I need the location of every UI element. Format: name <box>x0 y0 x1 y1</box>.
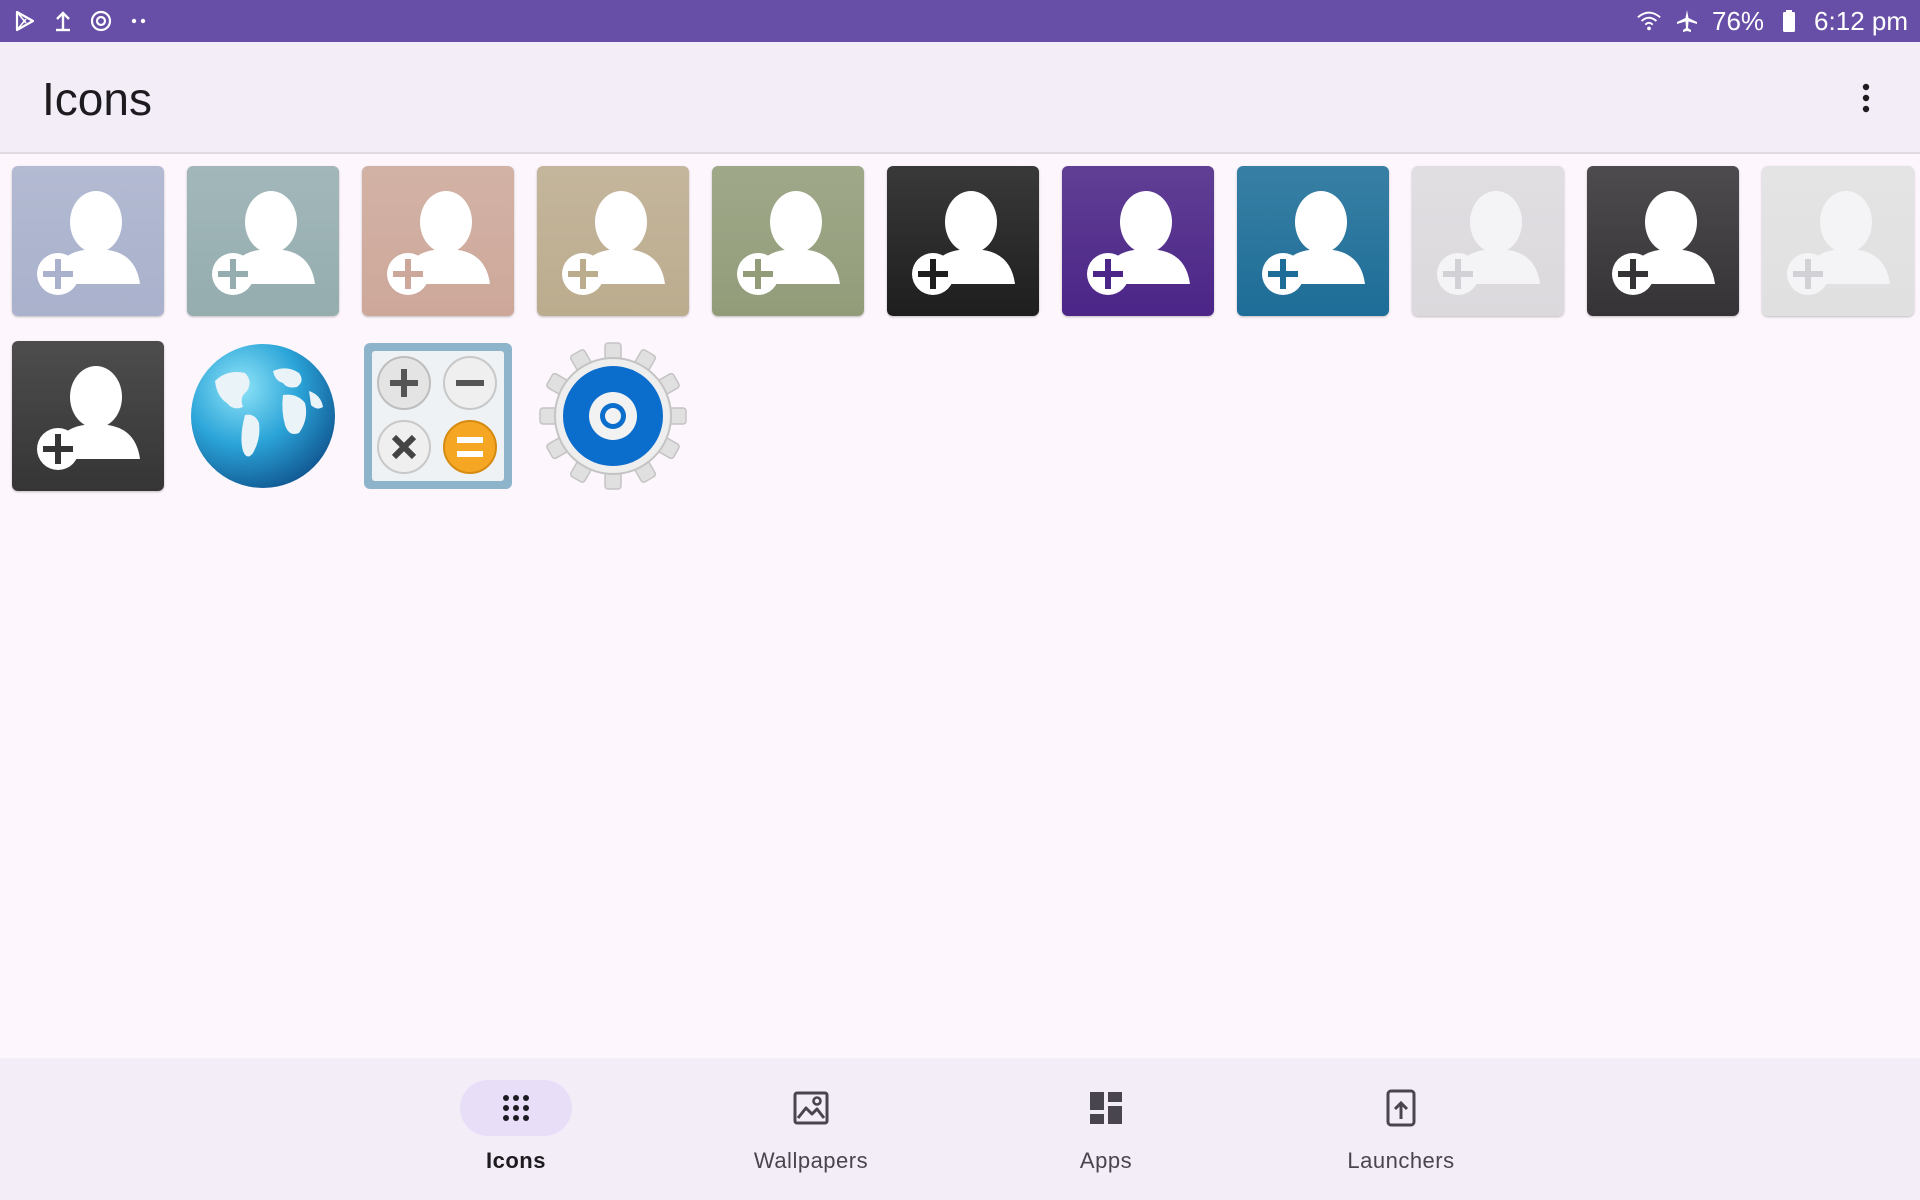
add-contact-icon[interactable] <box>362 166 514 316</box>
clock: 6:12 pm <box>1814 5 1908 36</box>
play-store-icon <box>12 8 38 34</box>
globe-icon[interactable] <box>187 341 339 491</box>
calculator-icon[interactable] <box>362 341 514 491</box>
more-vert-icon <box>1862 83 1870 113</box>
add-contact-icon[interactable] <box>1412 166 1564 316</box>
add-contact-icon[interactable] <box>887 166 1039 316</box>
nav-item-icons[interactable]: Icons <box>416 1058 616 1200</box>
settings-gear-icon[interactable] <box>537 341 689 491</box>
add-contact-icon[interactable] <box>712 166 864 316</box>
dashboard-icon <box>1090 1092 1122 1124</box>
app-bar: Icons <box>0 42 1920 154</box>
sync-icon <box>88 8 114 34</box>
page-title: Icons <box>42 73 152 125</box>
add-contact-icon[interactable] <box>187 166 339 316</box>
launcher-icon <box>1386 1089 1416 1127</box>
image-icon <box>793 1091 829 1125</box>
more-options-button[interactable] <box>1838 70 1894 126</box>
nav-label-launchers: Launchers <box>1347 1148 1455 1173</box>
wifi-icon <box>1636 8 1662 34</box>
add-contact-icon[interactable] <box>12 166 164 316</box>
nav-indicator <box>1050 1080 1162 1136</box>
battery-percent: 76% <box>1712 5 1765 36</box>
add-contact-icon[interactable] <box>1062 166 1214 316</box>
nav-item-apps[interactable]: Apps <box>1006 1058 1206 1200</box>
add-contact-icon[interactable] <box>1587 166 1739 316</box>
nav-item-wallpapers[interactable]: Wallpapers <box>711 1058 911 1200</box>
airplane-icon <box>1674 8 1700 34</box>
nav-indicator <box>755 1080 867 1136</box>
add-contact-icon[interactable] <box>1237 166 1389 316</box>
bottom-navigation: Icons Wallpapers Apps Launchers <box>0 1058 1920 1200</box>
nav-indicator <box>460 1080 572 1136</box>
battery-icon <box>1776 8 1802 34</box>
nav-label-icons: Icons <box>486 1148 546 1173</box>
nav-indicator <box>1345 1080 1457 1136</box>
apps-grid-icon <box>503 1095 529 1121</box>
nav-item-launchers[interactable]: Launchers <box>1301 1058 1501 1200</box>
status-left <box>12 8 152 34</box>
nav-label-apps: Apps <box>1079 1148 1133 1173</box>
status-bar: 76% 6:12 pm <box>0 0 1920 42</box>
status-right: 76% 6:12 pm <box>1636 6 1908 37</box>
more-dots-icon <box>126 8 152 34</box>
add-contact-icon[interactable] <box>1762 166 1914 316</box>
nav-label-wallpapers: Wallpapers <box>753 1148 869 1173</box>
add-contact-icon[interactable] <box>12 341 164 491</box>
upload-icon <box>50 8 76 34</box>
add-contact-icon[interactable] <box>537 166 689 316</box>
